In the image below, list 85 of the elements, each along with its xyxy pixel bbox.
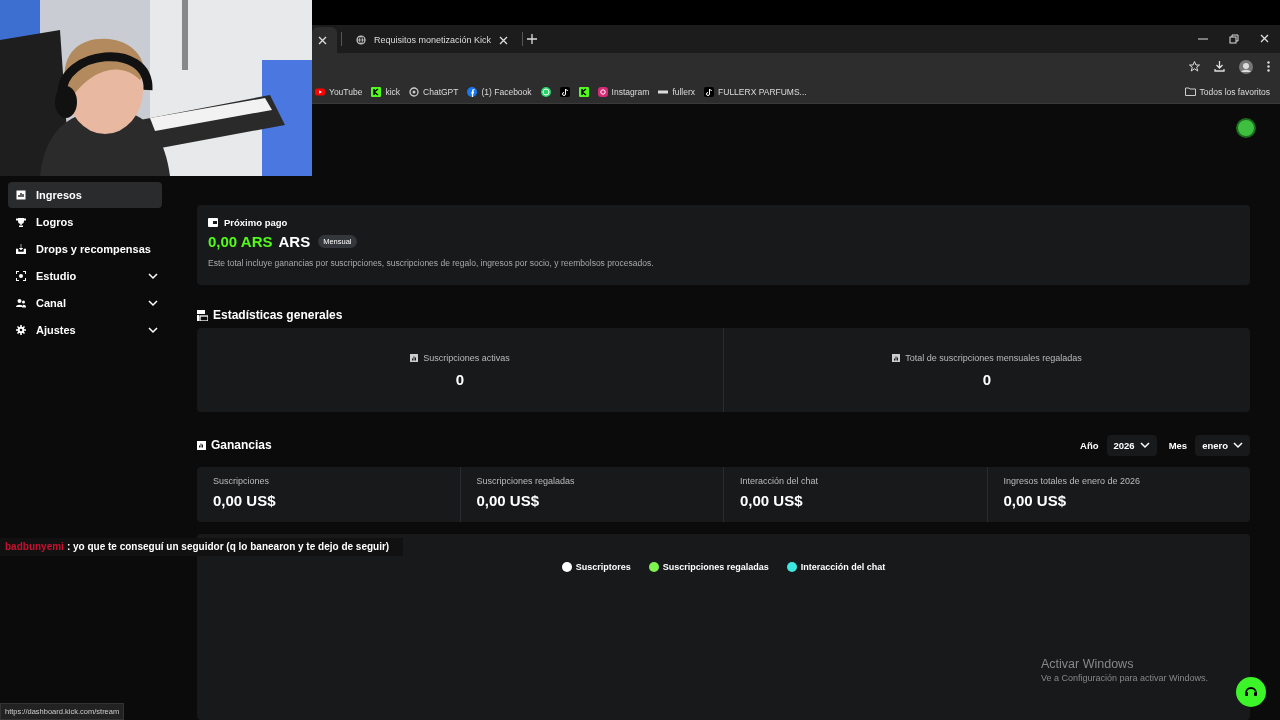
dropdown[interactable]: enero: [1195, 434, 1250, 456]
wallet-icon: [208, 218, 218, 227]
browser-tab[interactable]: Requisitos monetización Kick: [346, 27, 519, 53]
earnings-value: 0,00 US$: [476, 492, 541, 509]
bookmark[interactable]: YouTube: [315, 86, 363, 97]
bookmark[interactable]: kick: [371, 86, 401, 97]
chart-icon: [197, 440, 206, 450]
chart-icon: [410, 353, 419, 362]
stat-label: Suscripciones activas: [423, 352, 510, 363]
legend-label: Interacción del chat: [800, 562, 886, 572]
earnings-label: Interacción del chat: [740, 476, 820, 486]
facebook-icon: [467, 86, 478, 97]
bookmark[interactable]: [559, 86, 570, 97]
filter-label: Mes: [1168, 439, 1188, 451]
close-icon[interactable]: [318, 35, 327, 45]
menu-icon[interactable]: [1267, 61, 1270, 72]
bookmark[interactable]: (1) Facebook: [467, 86, 532, 97]
sidebar-item[interactable]: Logros: [8, 209, 162, 235]
sidebar-item[interactable]: Ingresos: [8, 182, 162, 208]
earnings-value: 0,00 US$: [1003, 492, 1068, 509]
new-tab-icon[interactable]: [527, 34, 538, 44]
stats-icon: [197, 309, 208, 321]
earnings-value: 0,00 US$: [740, 492, 804, 509]
chat-username: badbunyemi: [5, 541, 64, 552]
sidebar-item[interactable]: Drops y recompensas: [8, 236, 162, 262]
globe-icon: [356, 35, 366, 45]
users-icon: [16, 298, 26, 308]
sidebar-item[interactable]: Estudio: [8, 263, 162, 289]
play-icon: [315, 86, 325, 97]
bookmark-star-icon[interactable]: [1189, 61, 1200, 72]
music-note-icon: [559, 86, 570, 97]
close-icon[interactable]: [499, 35, 509, 45]
card-title: Próximo pago: [224, 217, 288, 228]
bookmark[interactable]: FULLERX PARFUMS...: [704, 86, 807, 97]
browser-tab[interactable]: [312, 27, 337, 53]
earnings-label: Ingresos totales de enero de 2026: [1003, 476, 1142, 486]
chevron-down-icon: [1233, 441, 1243, 449]
sidebar-item[interactable]: Ajustes: [8, 317, 162, 343]
chevron-down-icon: [148, 272, 158, 280]
bookmark[interactable]: [540, 86, 551, 97]
user-avatar[interactable]: [1236, 118, 1256, 138]
tray-download-icon: [16, 244, 26, 254]
activation-text: Ve a Configuración para activar Windows.: [1041, 673, 1209, 683]
stat-value: 0: [982, 370, 992, 388]
activation-title: Activar Windows: [1041, 657, 1135, 671]
settings-icon: [16, 325, 26, 335]
earnings-label: Suscripciones: [213, 476, 271, 486]
chart-icon: [16, 190, 26, 200]
music-note-icon: [704, 86, 715, 97]
restore-icon[interactable]: [1228, 34, 1239, 44]
headset-icon: [1244, 685, 1258, 699]
chevron-down-icon: [148, 299, 158, 307]
payout-amount: 0,00 ARS: [208, 233, 273, 250]
chart-icon: [892, 353, 901, 362]
legend-label: Suscripciones regaladas: [662, 562, 769, 572]
filter-label: Año: [1080, 439, 1099, 451]
chevron-down-icon: [1139, 441, 1150, 449]
camera-icon: [597, 86, 608, 97]
earnings-value: 0,00 US$: [213, 492, 277, 509]
bookmark[interactable]: Instagram: [597, 86, 650, 97]
payout-note: Este total incluye ganancias por suscripciones, suscripciones de regalo, ingresos por socio, y reembolsos procesados.: [208, 258, 655, 268]
legend-label: Suscriptores: [575, 562, 631, 572]
kick-icon: [371, 86, 382, 97]
dropdown[interactable]: 2026: [1106, 434, 1157, 456]
trophy-icon: [16, 217, 26, 227]
download-icon[interactable]: [1214, 61, 1225, 72]
bookmark[interactable]: ChatGPT: [409, 86, 459, 97]
studio-icon: [16, 271, 26, 281]
bookmark[interactable]: [578, 86, 589, 97]
sidebar-item[interactable]: Canal: [8, 290, 162, 316]
chat-message: : yo que te conseguí un seguidor (q lo banearon y te dejo de seguir): [66, 541, 390, 552]
profile-icon[interactable]: [1239, 59, 1253, 74]
folder-icon: [1184, 87, 1196, 96]
section-title: Ganancias: [211, 438, 272, 452]
stat-value: 0: [455, 370, 465, 388]
chevron-down-icon: [148, 326, 158, 334]
bookmark[interactable]: fullerx: [658, 86, 696, 97]
currency-label: ARS: [278, 233, 311, 250]
kick-icon: [578, 86, 589, 97]
close-icon[interactable]: [1259, 34, 1270, 44]
chat-bubble-icon: [540, 86, 551, 97]
bookmark-folder[interactable]: Todos los favoritos: [1184, 86, 1270, 97]
section-title: Estadísticas generales: [213, 308, 343, 322]
earnings-label: Suscripciones regaladas: [476, 476, 576, 486]
stat-label: Total de suscripciones mensuales regaladas: [905, 352, 1082, 363]
